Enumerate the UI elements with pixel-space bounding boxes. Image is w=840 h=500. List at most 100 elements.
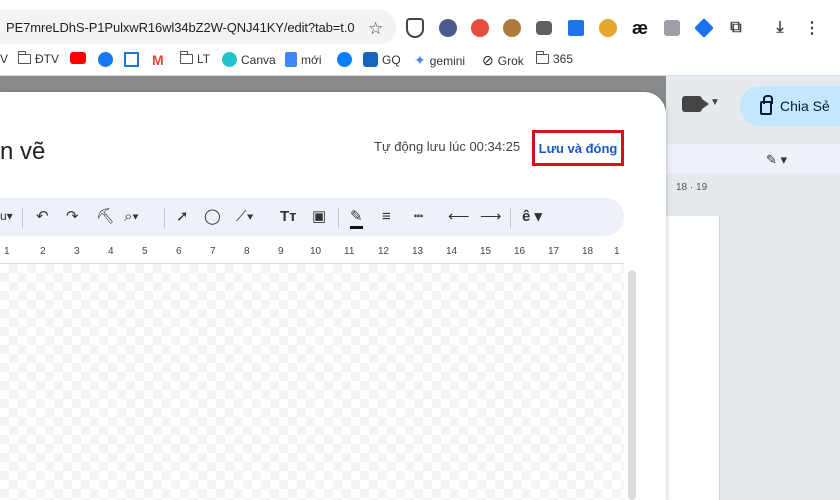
gemini-icon: ✦ — [414, 52, 426, 68]
bookmark-lt[interactable]: LT — [180, 51, 211, 66]
autosave-status: Tự động lưu lúc 00:34:25 — [374, 139, 521, 154]
border-weight-icon[interactable]: ≡ — [382, 208, 391, 226]
undo-icon[interactable]: ↶ — [36, 208, 49, 226]
toolbar-divider — [338, 208, 339, 228]
bookmark-dtv[interactable]: ĐTV — [18, 51, 59, 66]
ruler-tick: 12 — [378, 246, 390, 257]
gear-flower-icon[interactable] — [595, 15, 621, 41]
ruler-tick: 17 — [548, 246, 560, 257]
folder-icon — [180, 51, 193, 64]
ruler-tick: 9 — [278, 246, 284, 257]
docs-ruler: 18 · 19 — [666, 182, 840, 196]
bookmark-messenger[interactable] — [337, 52, 352, 67]
line-end-icon[interactable]: ⟶ — [480, 208, 502, 226]
share-button[interactable]: Chia Sẻ — [740, 86, 840, 126]
vertical-scrollbar[interactable] — [628, 270, 636, 500]
folder-icon — [536, 51, 549, 64]
ruler-tick: 11 — [344, 246, 355, 257]
star-icon[interactable]: ☆ — [368, 19, 383, 39]
ae-icon[interactable]: æ — [627, 15, 653, 41]
calendar-icon — [124, 52, 139, 67]
select-icon[interactable]: ➚ — [176, 208, 189, 226]
toolbar-divider — [164, 208, 165, 228]
ruler-tick: 13 — [412, 246, 424, 257]
bookmark-label: gemini — [429, 53, 466, 68]
bookmark-grok[interactable]: ⊘ Grok — [482, 52, 524, 69]
bookmark-canva[interactable]: Canva — [222, 52, 276, 67]
bookmark-v[interactable]: V — [0, 52, 8, 66]
bookmark-calendar[interactable] — [124, 52, 139, 67]
url-text[interactable]: PE7mreLDhS-P1PulxwR16wl34bZ2W-QNJ41KY/ed… — [6, 20, 355, 35]
share-label: Chia Sẻ — [780, 98, 830, 114]
toolbar-divider — [510, 208, 511, 228]
a-icon[interactable] — [435, 15, 461, 41]
bookmark-label: mới — [301, 52, 322, 67]
actions-menu-caret-icon[interactable]: u▾ — [0, 207, 13, 225]
line-icon[interactable]: ⟋▾ — [236, 208, 254, 226]
line-start-icon[interactable]: ⟵ — [448, 208, 470, 226]
text-box-icon[interactable]: Tт — [280, 208, 297, 226]
bookmark-label: ĐTV — [35, 52, 59, 66]
image-icon[interactable]: ▣ — [312, 208, 326, 226]
border-color-icon[interactable]: ✎ — [350, 208, 363, 229]
ruler-tick: 3 — [74, 246, 80, 257]
ruler-tick: 2 — [40, 246, 46, 257]
more-vert-icon[interactable]: ⋮ — [799, 15, 825, 41]
bookmark-label: V — [0, 52, 9, 66]
bookmarks-bar: V ĐTV M LT Canva mới GQ ✦ gemini ⊘ Grok 36… — [0, 44, 840, 76]
cookie-icon[interactable] — [499, 15, 525, 41]
ruler-tick: 8 — [244, 246, 250, 257]
horizontal-ruler: 1 2 3 4 5 6 7 8 9 10 11 12 13 14 15 16 1… — [0, 244, 624, 264]
docs-page — [666, 216, 720, 500]
ruler-tick: 15 — [480, 246, 492, 257]
tab-download-icon[interactable]: ⤓ — [767, 15, 793, 41]
ruler-tick: 14 — [446, 246, 458, 257]
canva-icon — [222, 52, 237, 67]
extensions-strip: æ ⧉ ⤓ ⋮ — [402, 15, 831, 41]
bookmark-label: Canva — [241, 52, 276, 67]
ruler-tick: 7 — [210, 246, 216, 257]
bookmark-moi[interactable]: mới — [285, 52, 322, 67]
zoom-icon[interactable]: ⌕▾ — [124, 208, 139, 226]
ruler-tick: 6 — [176, 246, 182, 257]
gq-icon — [363, 52, 378, 67]
shape-icon[interactable]: ◯ — [204, 208, 221, 226]
grok-icon: ⊘ — [482, 52, 494, 68]
tag-icon[interactable] — [691, 15, 717, 41]
download-icon[interactable] — [563, 15, 589, 41]
bookmark-gemini[interactable]: ✦ gemini — [414, 52, 465, 69]
save-and-close-button[interactable]: Lưu và đóng — [532, 130, 624, 166]
bookmark-gq[interactable]: GQ — [363, 52, 401, 67]
bookmark-facebook[interactable] — [98, 52, 113, 67]
ruler-tick: 18 — [582, 246, 594, 257]
messenger-icon — [337, 52, 352, 67]
docs-ruler-labels: 18 · 19 — [676, 182, 708, 193]
docs-toolbar — [666, 144, 840, 174]
redo-icon[interactable]: ↷ — [66, 208, 79, 226]
reader-icon[interactable] — [467, 15, 493, 41]
address-bar[interactable]: PE7mreLDhS-P1PulxwR16wl34bZ2W-QNJ41KY/ed… — [0, 10, 396, 44]
youtube-ext-icon[interactable] — [531, 15, 557, 41]
shield-icon[interactable] — [406, 18, 424, 38]
gmail-icon: M — [152, 52, 164, 68]
puzzle-icon[interactable]: ⧉ — [723, 15, 749, 41]
bookmark-label: 365 — [553, 52, 574, 66]
dialog-title: n vẽ — [0, 138, 46, 165]
save-and-close-label: Lưu và đóng — [538, 140, 618, 156]
lock-icon — [760, 95, 773, 115]
ruler-tick: 4 — [108, 246, 114, 257]
bookmark-gmail[interactable]: M — [152, 52, 164, 68]
bookmark-label: Grok — [497, 53, 524, 68]
border-dash-icon[interactable]: ┅ — [414, 208, 423, 226]
meet-icon[interactable] — [682, 96, 709, 112]
paint-format-icon[interactable]: ⛏ — [96, 208, 115, 226]
pencil-icon[interactable]: ✎ ▾ — [766, 152, 787, 168]
chevron-down-icon[interactable]: ▼ — [710, 97, 720, 108]
drawing-toolbar: u▾ ↶ ↷ ⛏ ⌕▾ ➚ ◯ ⟋▾ Tт ▣ ✎ ≡ ┅ ⟵ ⟶ ê ▾ — [0, 198, 624, 236]
bookmark-youtube[interactable] — [70, 52, 86, 64]
word-art-icon[interactable]: ê ▾ — [522, 208, 542, 226]
drawing-canvas[interactable] — [0, 264, 624, 500]
bookmark-365[interactable]: 365 — [536, 51, 574, 66]
code-icon[interactable] — [659, 15, 685, 41]
bookmark-label: LT — [197, 52, 211, 66]
